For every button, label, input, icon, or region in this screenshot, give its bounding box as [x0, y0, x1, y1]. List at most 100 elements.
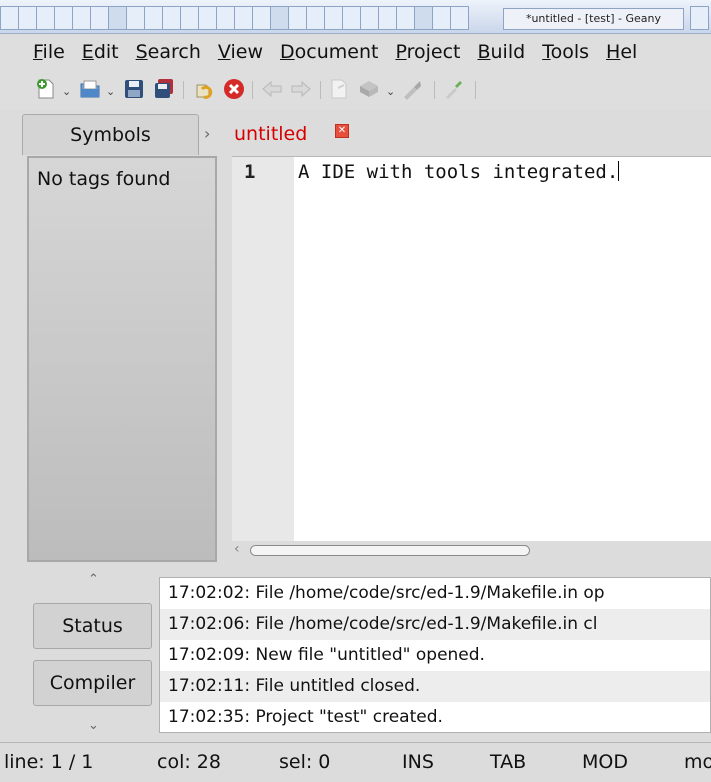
status-message-list[interactable]: 17:02:02: File /home/code/src/ed-1.9/Mak…: [159, 577, 711, 733]
taskbar-cells: [0, 6, 469, 30]
list-item[interactable]: 17:02:02: File /home/code/src/ed-1.9/Mak…: [160, 578, 710, 609]
tab-label: Compiler: [49, 672, 136, 694]
taskbar-cell[interactable]: [144, 6, 163, 30]
taskbar-cell[interactable]: [234, 6, 253, 30]
save-all-icon[interactable]: [152, 77, 176, 101]
taskbar-cell[interactable]: [414, 6, 433, 30]
taskbar-cell[interactable]: [162, 6, 181, 30]
list-item[interactable]: 17:02:06: File /home/code/src/ed-1.9/Mak…: [160, 609, 710, 640]
line-number: 1: [244, 161, 256, 183]
menu-label: dit: [93, 41, 119, 63]
menu-label: uild: [490, 41, 526, 63]
tab-label: Status: [62, 615, 123, 637]
menu-label: ile: [42, 41, 65, 63]
status-bar: line: 1 / 1 col: 28 sel: 0 INS TAB MOD m…: [0, 742, 711, 782]
tab-compiler[interactable]: Compiler: [33, 660, 152, 706]
toolbar-separator: [320, 81, 321, 99]
selection-count: sel: 0: [279, 751, 331, 773]
symbols-panel: No tags found: [27, 156, 217, 562]
close-icon[interactable]: [222, 77, 246, 101]
taskbar-cell[interactable]: [306, 6, 325, 30]
close-tab-icon[interactable]: ✕: [335, 124, 349, 138]
taskbar-cell[interactable]: [432, 6, 451, 30]
no-tags-text: No tags found: [37, 168, 171, 190]
build-icon[interactable]: [357, 77, 381, 101]
menu-mnemonic: E: [81, 41, 94, 63]
tab-symbols[interactable]: Symbols: [22, 114, 199, 155]
cursor-line: line: 1 / 1: [4, 751, 94, 773]
code-editor[interactable]: 1 A IDE with tools integrated. ‹: [232, 156, 711, 561]
taskbar-cell[interactable]: [198, 6, 217, 30]
taskbar-cell[interactable]: [216, 6, 235, 30]
taskbar-cell[interactable]: [378, 6, 397, 30]
taskbar-cell[interactable]: [690, 6, 709, 30]
taskbar-cell[interactable]: [126, 6, 145, 30]
menu-document[interactable]: Document: [280, 41, 378, 63]
code-line[interactable]: A IDE with tools integrated.: [298, 161, 620, 183]
list-item[interactable]: 17:02:35: Project "test" created.: [160, 702, 710, 732]
compile-icon[interactable]: [327, 77, 351, 101]
color-picker-icon[interactable]: [442, 77, 466, 101]
taskbar-cell[interactable]: [54, 6, 73, 30]
menu-view[interactable]: View: [218, 41, 263, 63]
taskbar-cell[interactable]: [270, 6, 289, 30]
menu-mnemonic: V: [217, 41, 231, 63]
menu-project[interactable]: Project: [395, 41, 460, 63]
menu-label: roject: [406, 41, 461, 63]
menu-mnemonic: H: [606, 41, 621, 63]
chevron-right-icon[interactable]: ›: [204, 124, 210, 143]
list-item[interactable]: 17:02:11: File untitled closed.: [160, 671, 710, 702]
taskbar-cell[interactable]: [450, 6, 469, 30]
menu-bar: File Edit Search View Document Project B…: [0, 35, 711, 69]
taskbar-cell[interactable]: [396, 6, 415, 30]
window-title: *untitled - [test] - Geany: [503, 8, 684, 30]
taskbar-cell[interactable]: [18, 6, 37, 30]
toolbar-separator: [183, 81, 184, 99]
menu-mnemonic: D: [280, 41, 295, 63]
save-icon[interactable]: [122, 77, 146, 101]
taskbar-cell[interactable]: [90, 6, 109, 30]
taskbar-cell[interactable]: [0, 6, 19, 30]
taskbar-cell[interactable]: [180, 6, 199, 30]
horizontal-scrollbar[interactable]: ‹: [232, 541, 711, 561]
revert-icon[interactable]: [193, 77, 217, 101]
chevron-down-icon[interactable]: ⌄: [106, 85, 115, 98]
taskbar-cell[interactable]: [108, 6, 127, 30]
scroll-left-icon[interactable]: ‹: [234, 541, 240, 557]
menu-label: ools: [550, 41, 590, 63]
taskbar-cell[interactable]: [288, 6, 307, 30]
chevron-down-icon[interactable]: ⌄: [62, 85, 71, 98]
menu-edit[interactable]: Edit: [82, 41, 119, 63]
menu-tools[interactable]: Tools: [542, 41, 589, 63]
taskbar-cell[interactable]: [324, 6, 343, 30]
taskbar-cell[interactable]: [72, 6, 91, 30]
menu-search[interactable]: Search: [136, 41, 201, 63]
line-number-gutter: 1: [232, 157, 294, 543]
menu-file[interactable]: File: [33, 41, 65, 63]
toolbar-separator: [252, 81, 253, 99]
chevron-down-icon[interactable]: ⌄: [88, 718, 99, 733]
taskbar-cell[interactable]: [360, 6, 379, 30]
forward-icon[interactable]: [289, 77, 313, 101]
taskbar-cell[interactable]: [252, 6, 271, 30]
menu-label: el: [620, 41, 638, 63]
menu-help[interactable]: Hel: [606, 41, 637, 63]
chevron-down-icon[interactable]: ⌄: [386, 85, 395, 98]
menu-build[interactable]: Build: [477, 41, 525, 63]
file-mode: mo: [684, 751, 711, 773]
menu-label: earch: [147, 41, 201, 63]
taskbar-cell[interactable]: [342, 6, 361, 30]
tab-label: Symbols: [70, 124, 151, 146]
menu-label: ocument: [294, 41, 379, 63]
scrollbar-thumb[interactable]: [250, 545, 530, 556]
run-icon[interactable]: [400, 77, 424, 101]
back-icon[interactable]: [260, 77, 284, 101]
open-file-icon[interactable]: [78, 77, 102, 101]
list-item[interactable]: 17:02:09: New file "untitled" opened.: [160, 640, 710, 671]
new-file-icon[interactable]: [34, 77, 58, 101]
chevron-up-icon[interactable]: ⌃: [88, 572, 99, 587]
taskbar-cell[interactable]: [36, 6, 55, 30]
tab-status[interactable]: Status: [33, 603, 152, 649]
indent-mode: TAB: [490, 751, 527, 773]
insert-mode: INS: [402, 751, 434, 773]
